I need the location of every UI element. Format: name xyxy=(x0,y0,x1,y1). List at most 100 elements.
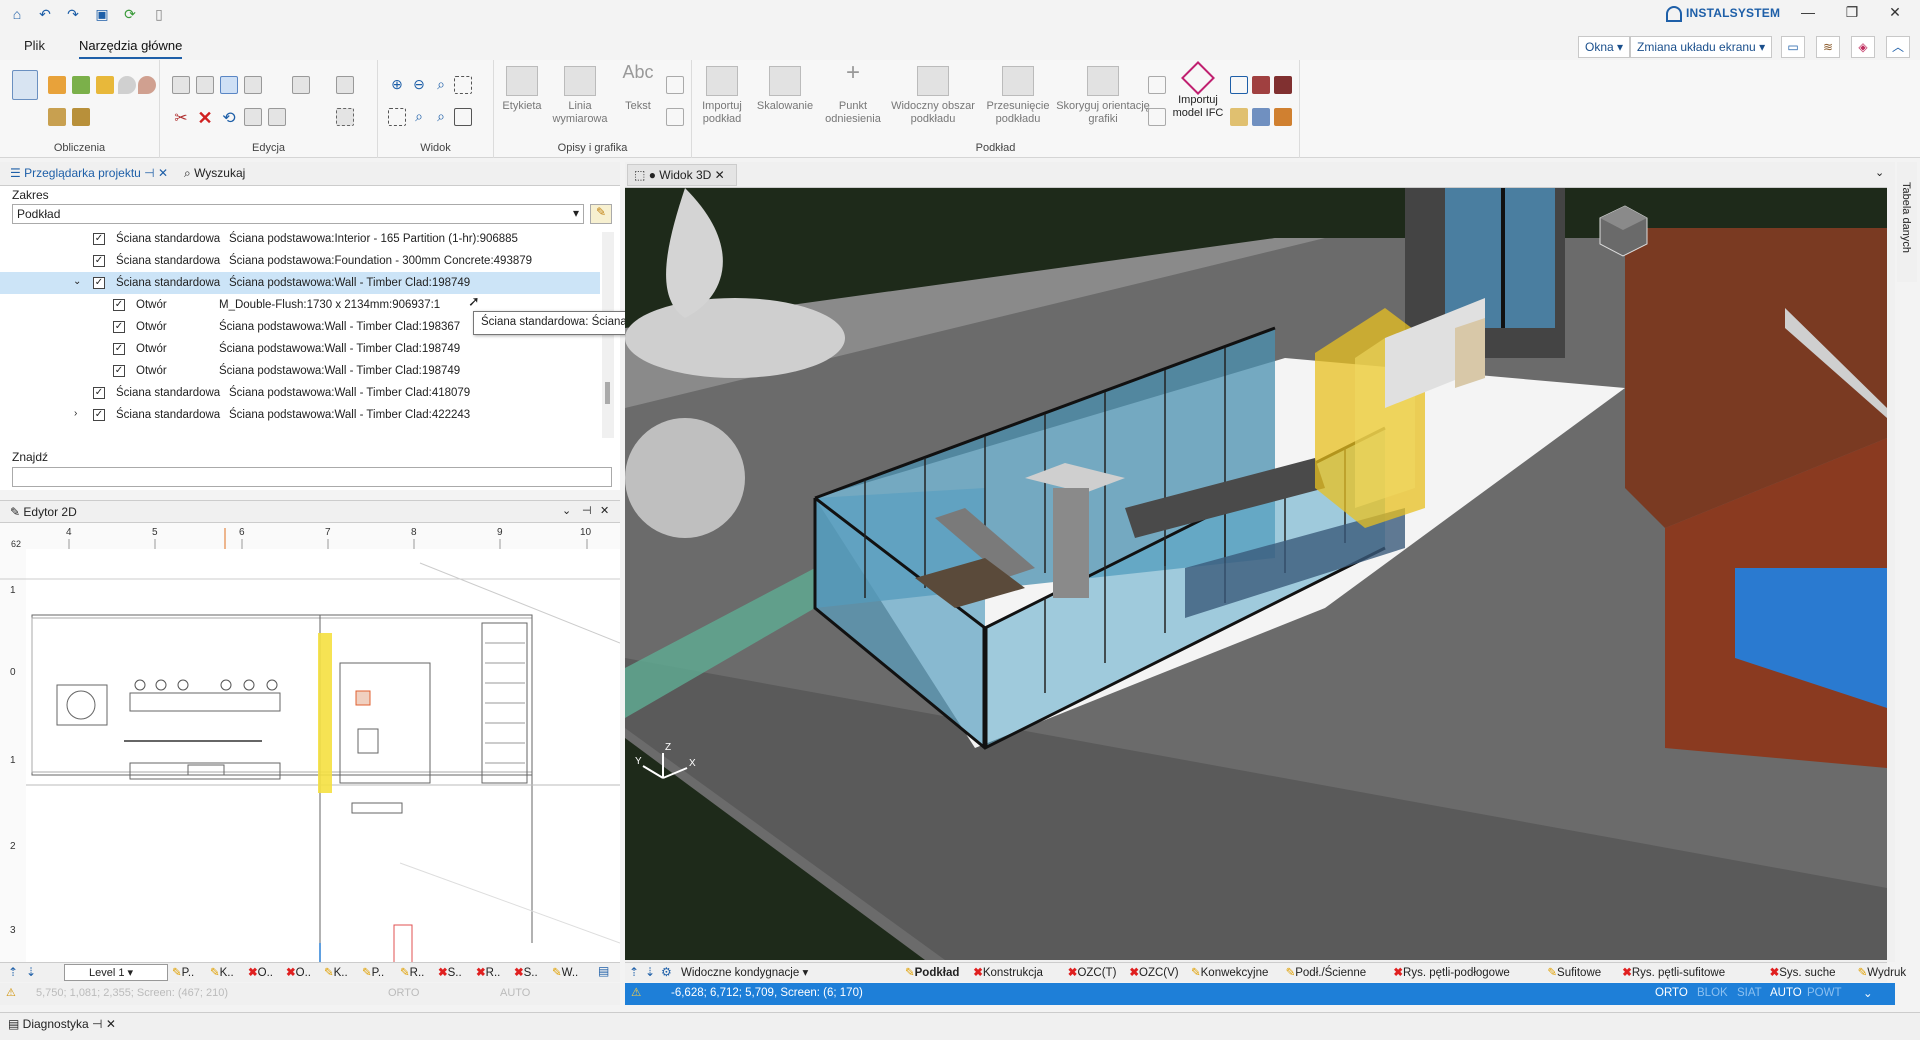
expand-chevron-icon[interactable]: › xyxy=(74,408,77,419)
editor2d-mode-orto[interactable]: ORTO xyxy=(388,987,419,999)
checkbox[interactable]: ✓ xyxy=(93,387,105,399)
level-up-icon[interactable]: ⇡ xyxy=(8,965,18,979)
minimize-button[interactable]: — xyxy=(1793,4,1823,26)
editor2d-layer-tab[interactable]: ✎R.. xyxy=(400,965,424,979)
view3d-layer-tab[interactable]: ✎Podł./Ścienne xyxy=(1286,965,1367,979)
mode-orto[interactable]: ORTO xyxy=(1655,987,1688,999)
mode-auto[interactable]: AUTO xyxy=(1770,987,1802,999)
home-icon[interactable]: ⌂ xyxy=(8,5,26,23)
building-icon[interactable] xyxy=(1252,76,1270,94)
align-icon[interactable] xyxy=(292,76,310,94)
paste-icon[interactable] xyxy=(196,76,214,94)
save-icon[interactable]: ▣ xyxy=(93,5,111,23)
redo-icon[interactable]: ↷ xyxy=(64,5,82,23)
view3d-layer-tab[interactable]: ✎Podkład xyxy=(905,965,959,979)
tree-row[interactable]: ✓ Otwór Ściana podstawowa:Wall - Timber Cl… xyxy=(0,338,600,360)
tree-row[interactable]: ✓ Otwór Ściana podstawowa:Wall - Timber Cl… xyxy=(0,360,600,382)
tree-row[interactable]: ✓ Ściana standardowa Ściana podstawowa:Fou… xyxy=(0,250,600,272)
table-icon[interactable] xyxy=(666,108,684,126)
tree-scrollbar[interactable] xyxy=(602,232,614,438)
reload-icon[interactable]: ⟲ xyxy=(220,108,238,127)
chevron-down-icon[interactable]: ⌄ xyxy=(562,504,571,517)
checkbox[interactable]: ✓ xyxy=(113,299,125,311)
tab-search[interactable]: ⌕ Wyszukaj xyxy=(184,166,245,181)
checkbox[interactable]: ✓ xyxy=(113,343,125,355)
tab-diagnostyka[interactable]: ▤ Diagnostyka ⊣ ✕ xyxy=(8,1017,116,1031)
filter-icon[interactable]: ⚙ xyxy=(661,965,672,979)
drop-warm-icon[interactable] xyxy=(138,76,156,94)
tree-row[interactable]: ✓ Ściana standardowa Ściana podstawowa:Int… xyxy=(0,228,600,250)
zoom-previous-icon[interactable]: ⌕ xyxy=(410,108,428,126)
view-icon[interactable] xyxy=(454,108,472,126)
layout-dropdown[interactable]: Zmiana układu ekranu ▾ xyxy=(1630,36,1773,58)
zoom-fit-icon[interactable]: ⌕ xyxy=(432,76,450,94)
layer-icon[interactable] xyxy=(1148,76,1166,94)
copy-icon[interactable] xyxy=(172,76,190,94)
zoom-window-icon[interactable] xyxy=(454,76,472,94)
chevron-down-icon[interactable]: ⌄ xyxy=(1875,166,1884,179)
export-icon[interactable] xyxy=(72,108,90,126)
tree-row[interactable]: ✓ Ściana standardowa Ściana podstawowa:Wal… xyxy=(0,382,600,404)
view3d-layer-tab[interactable]: ✖OZC(T) xyxy=(1068,965,1117,979)
model-icon[interactable] xyxy=(1230,76,1248,94)
mode-powt[interactable]: POWT xyxy=(1807,987,1842,999)
tekst-button[interactable]: Abc Tekst xyxy=(618,63,658,113)
close-button[interactable]: ✕ xyxy=(1880,4,1910,26)
editor2d-layer-tab[interactable]: ✎P.. xyxy=(172,965,194,979)
delete-icon[interactable]: ✕ xyxy=(196,108,214,128)
mirror-icon[interactable] xyxy=(244,76,262,94)
kondygnacje-select[interactable]: Widoczne kondygnacje ▾ xyxy=(677,964,827,981)
przesuniecie-button[interactable]: Przesunięcie podkładu xyxy=(982,66,1054,126)
edit-pencil-icon[interactable]: ✎ xyxy=(590,204,612,224)
view3d-layer-tab[interactable]: ✖Rys. pętli-sufitowe xyxy=(1622,965,1725,979)
rotate-icon[interactable] xyxy=(220,76,238,94)
zoom-out-icon[interactable]: ⊖ xyxy=(410,76,428,94)
checkbox[interactable]: ✓ xyxy=(113,365,125,377)
view3d-layer-tab[interactable]: ✖OZC(V) xyxy=(1129,965,1178,979)
editor2d-layer-tab[interactable]: ✎P.. xyxy=(362,965,384,979)
report-icon[interactable] xyxy=(48,108,66,126)
sun-icon[interactable] xyxy=(96,76,114,94)
tab-view3d[interactable]: ⬚ ● Widok 3D ✕ xyxy=(627,164,737,186)
house2-icon[interactable] xyxy=(1252,108,1270,126)
layers-icon[interactable]: ≋ xyxy=(1816,36,1840,58)
expand-chevron-icon[interactable]: ⌄ xyxy=(73,276,81,287)
note-icon[interactable] xyxy=(666,76,684,94)
collapse-ribbon-icon[interactable]: ︿ xyxy=(1886,36,1910,58)
checkbox[interactable]: ✓ xyxy=(113,321,125,333)
view3d-layer-tab[interactable]: ✎Sufitowe xyxy=(1547,965,1601,979)
mode-blok[interactable]: BLOK xyxy=(1697,987,1728,999)
restore-button[interactable]: ❐ xyxy=(1837,4,1867,26)
settings-icon[interactable]: ◈ xyxy=(1851,36,1875,58)
cut-icon[interactable]: ✂ xyxy=(172,108,190,127)
checkbox[interactable]: ✓ xyxy=(93,233,105,245)
select-icon[interactable] xyxy=(336,108,354,126)
level-select[interactable]: Level 1 ▾ xyxy=(64,964,168,981)
radiator-icon[interactable] xyxy=(48,76,66,94)
menu-narzedzia-glowne[interactable]: Narzędzia główne xyxy=(79,38,183,59)
layer2-icon[interactable] xyxy=(1148,108,1166,126)
tree-row[interactable]: › ✓ Ściana standardowa Ściana podstawowa:Wa… xyxy=(0,404,600,426)
close-icon[interactable]: ✕ xyxy=(600,504,609,517)
view3d-layer-tab[interactable]: ✖Konstrukcja xyxy=(973,965,1043,979)
editor2d-layer-tab[interactable]: ✖R.. xyxy=(476,965,500,979)
undo-icon[interactable]: ↶ xyxy=(36,5,54,23)
group-icon[interactable] xyxy=(268,108,286,126)
tree-row-selected[interactable]: ⌄ ✓ Ściana standardowa Ściana podstawowa:Wa… xyxy=(0,272,600,294)
screen-icon[interactable]: ▭ xyxy=(1781,36,1805,58)
view3d-layer-tab[interactable]: ✎Wydruk xyxy=(1858,965,1907,979)
chevron-down-icon[interactable]: ⌄ xyxy=(1863,986,1873,1000)
zoom-all-icon[interactable]: ⌕ xyxy=(432,108,450,126)
editor2d-mode-auto[interactable]: AUTO xyxy=(500,987,530,999)
widoczny-obszar-button[interactable]: Widoczny obszar podkładu xyxy=(888,66,978,126)
editor2d-layer-tab[interactable]: ✖O.. xyxy=(248,965,273,979)
refresh-icon[interactable]: ⟳ xyxy=(121,5,139,23)
heating-icon[interactable] xyxy=(72,76,90,94)
editor2d-layer-tab[interactable]: ✖S.. xyxy=(514,965,538,979)
array-icon[interactable] xyxy=(244,108,262,126)
checkbox[interactable]: ✓ xyxy=(93,277,105,289)
skalowanie-button[interactable]: Skalowanie xyxy=(754,66,816,113)
drawing-canvas[interactable]: 4 5 6 7 8 9 10 62 1 0 1 2 3 xyxy=(0,523,620,973)
linia-wymiarowa-button[interactable]: Linia wymiarowa xyxy=(548,66,612,126)
find-input[interactable] xyxy=(12,467,612,487)
